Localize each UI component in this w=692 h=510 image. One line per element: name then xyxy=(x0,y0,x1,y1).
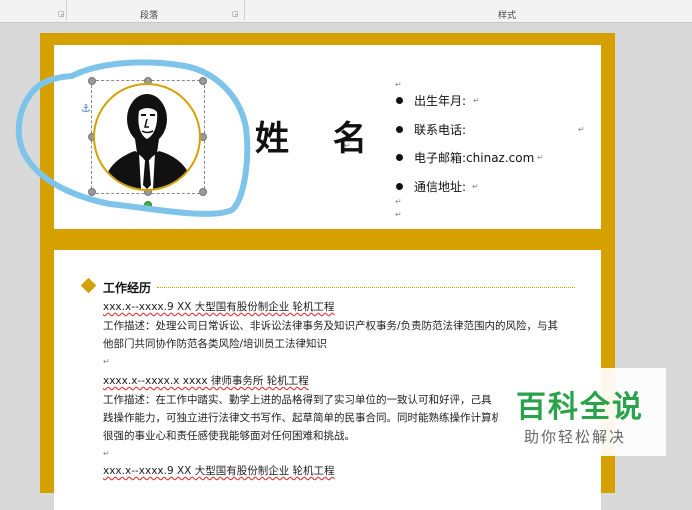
experience-line[interactable]: xxx.x--xxxx.9 XX 大型国有股份制企业 轮机工程 xyxy=(103,463,335,478)
watermark-logo: 百科全说 助你轻松解决 xyxy=(498,368,666,456)
bullet-icon xyxy=(396,126,403,133)
corner-notch xyxy=(46,242,54,250)
bullet-icon xyxy=(396,154,403,161)
experience-line[interactable]: 他部门共同协作防范各类风险/培训员工法律知识 xyxy=(103,336,327,351)
resize-handle[interactable] xyxy=(88,77,96,85)
dialog-launcher-icon[interactable]: ◲ xyxy=(58,10,65,18)
resize-handle[interactable] xyxy=(199,77,207,85)
experience-line[interactable]: 践操作能力，可独立进行法律文书写作、起草简单的民事合同。同时能熟练操作计算机 xyxy=(103,410,502,425)
experience-line[interactable]: xxxx.x--xxxx.x xxxx 律师事务所 轮机工程 xyxy=(103,373,309,388)
info-birth-row[interactable]: 出生年月: xyxy=(396,92,466,112)
ribbon-separator xyxy=(244,0,245,20)
paragraph-mark-icon: ↵ xyxy=(395,80,402,89)
paragraph-mark-icon: ↵ xyxy=(537,153,544,162)
paragraph-mark-icon: ↵ xyxy=(578,125,585,134)
bullet-icon xyxy=(396,97,403,104)
portrait-image[interactable] xyxy=(93,83,201,191)
paragraph-mark-icon: ↵ xyxy=(472,182,479,191)
resume-name[interactable]: 姓 名 xyxy=(255,111,383,160)
dialog-launcher-icon[interactable]: ◲ xyxy=(232,10,239,18)
experience-line[interactable]: 很强的事业心和责任感使我能够面对任何困难和挑战。 xyxy=(103,428,355,443)
experience-line[interactable]: 工作描述：在工作中踏实、勤学上进的品格得到了实习单位的一致认可和好评，己具 xyxy=(103,392,492,407)
paragraph-mark-icon: ↵ xyxy=(473,96,480,105)
info-address-label: 通信地址: xyxy=(414,180,467,194)
resize-handle[interactable] xyxy=(199,188,207,196)
info-email-row[interactable]: 电子邮箱:chinaz.com xyxy=(396,149,534,169)
info-phone-row[interactable]: 联系电话: xyxy=(396,121,466,141)
paragraph-mark-icon: ↵ xyxy=(103,449,110,458)
styles-group-label: 样式 xyxy=(498,11,517,21)
paragraph-mark-icon: ↵ xyxy=(395,197,402,206)
paragraph-mark-icon: ↵ xyxy=(395,210,402,219)
ribbon-separator xyxy=(66,0,67,20)
portrait-silhouette xyxy=(103,94,193,189)
section-divider xyxy=(157,287,575,288)
ribbon-bar: ◲ 段落 ◲ 样式 xyxy=(0,0,692,23)
info-phone-label: 联系电话: xyxy=(414,123,467,137)
info-email-value: chinaz.com xyxy=(466,151,535,165)
corner-notch xyxy=(601,229,609,237)
watermark-main-text: 百科全说 xyxy=(516,390,644,425)
corner-notch xyxy=(46,229,54,237)
anchor-icon[interactable]: ⚓ xyxy=(81,102,91,115)
info-email-label: 电子邮箱: xyxy=(414,151,467,165)
experience-line[interactable]: 工作描述：处理公司日常诉讼、非诉讼法律事务及知识产权事务/负责防范法律范围内的风… xyxy=(103,318,558,333)
paragraph-mark-icon: ↵ xyxy=(344,141,351,150)
paragraph-mark-icon: ↵ xyxy=(103,357,110,366)
info-birth-label: 出生年月: xyxy=(414,94,467,108)
watermark-sub-text: 助你轻松解决 xyxy=(524,428,627,446)
bullet-icon xyxy=(396,183,403,190)
experience-line[interactable]: xxx.x--xxxx.9 XX 大型国有股份制企业 轮机工程 xyxy=(103,299,335,314)
paragraph-group-label: 段落 xyxy=(140,11,159,21)
corner-notch xyxy=(601,242,609,250)
rotate-handle[interactable] xyxy=(144,201,152,209)
resize-handle[interactable] xyxy=(88,188,96,196)
info-address-row[interactable]: 通信地址: xyxy=(396,178,466,198)
section-title-experience[interactable]: 工作经历 xyxy=(103,279,151,296)
